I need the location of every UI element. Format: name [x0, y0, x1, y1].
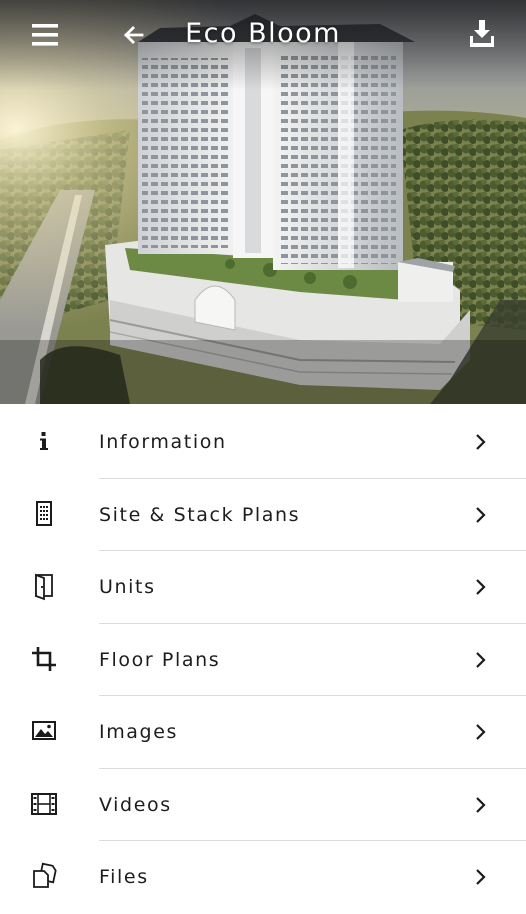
menu-item-files[interactable]: Files — [0, 841, 526, 914]
menu-item-units[interactable]: Units — [0, 551, 526, 624]
image-icon — [29, 716, 59, 746]
chevron-right-icon — [470, 866, 490, 888]
arrow-left-icon[interactable] — [118, 20, 150, 50]
app-header: Eco Bloom — [0, 0, 526, 70]
menu-item-label: Videos — [99, 793, 172, 816]
files-icon — [29, 861, 59, 891]
menu-item-label: Information — [99, 431, 227, 453]
film-icon — [29, 789, 59, 819]
menu-item-information[interactable]: Information — [0, 406, 526, 479]
menu-item-site-stack-plans[interactable]: Site & Stack Plans — [0, 479, 526, 551]
chevron-right-icon — [470, 431, 490, 453]
menu-item-label: Images — [99, 721, 179, 743]
hero-image: Eco Bloom — [0, 0, 526, 404]
chevron-right-icon — [470, 794, 490, 816]
menu-item-videos[interactable]: Videos — [0, 769, 526, 841]
menu-item-label: Site & Stack Plans — [99, 503, 301, 526]
menu-item-label: Floor Plans — [99, 648, 221, 671]
project-menu-list: Information Site & Stack Plans Units Flo… — [0, 406, 526, 914]
building-icon — [29, 499, 59, 529]
menu-item-label: Files — [99, 866, 149, 888]
menu-item-label: Units — [99, 576, 156, 598]
download-icon[interactable] — [462, 14, 502, 54]
info-icon — [29, 426, 59, 456]
menu-item-floor-plans[interactable]: Floor Plans — [0, 624, 526, 696]
chevron-right-icon — [470, 576, 490, 598]
chevron-right-icon — [470, 504, 490, 526]
page-title: Eco Bloom — [185, 18, 341, 49]
hamburger-menu-icon[interactable] — [22, 20, 68, 50]
door-icon — [29, 571, 59, 601]
chevron-right-icon — [470, 649, 490, 671]
crop-icon — [29, 644, 59, 674]
chevron-right-icon — [470, 721, 490, 743]
menu-item-images[interactable]: Images — [0, 696, 526, 769]
